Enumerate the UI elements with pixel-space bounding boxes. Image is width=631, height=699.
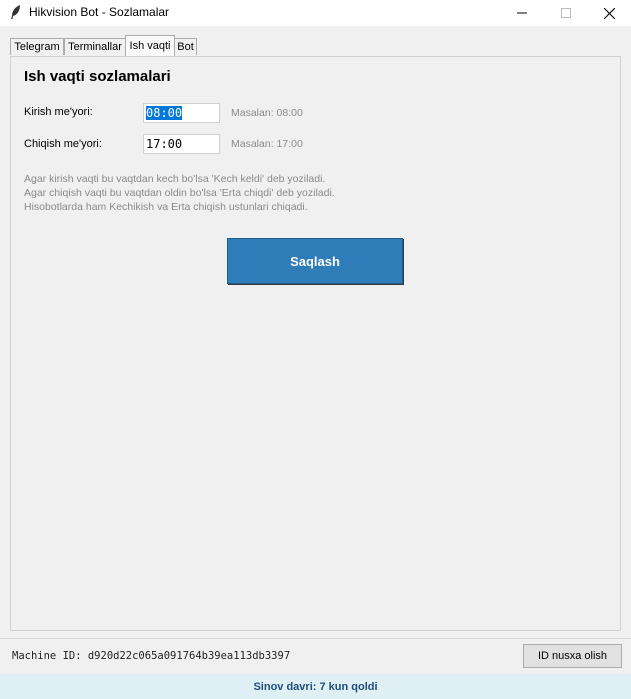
info-text: Agar kirish vaqti bu vaqtdan kech bo'lsa… [24, 172, 335, 214]
info-line: Hisobotlarda ham Kechikish va Erta chiqi… [24, 201, 308, 213]
feather-icon [9, 4, 23, 20]
trial-status-bar: Sinov davri: 7 kun qoldi [0, 674, 631, 699]
close-icon [603, 7, 615, 19]
tab-terminallar[interactable]: Terminallar [64, 38, 126, 55]
maximize-button[interactable] [544, 0, 588, 26]
checkout-time-value: 17:00 [146, 137, 183, 151]
section-heading: Ish vaqti sozlamalari [24, 68, 171, 85]
info-line: Agar chiqish vaqti bu vaqtdan oldin bo'l… [24, 187, 335, 199]
copy-id-button[interactable]: ID nusxa olish [523, 644, 622, 668]
checkout-hint: Masalan: 17:00 [231, 138, 303, 150]
minimize-button[interactable] [500, 0, 544, 26]
title-bar: Hikvision Bot - Sozlamalar [0, 0, 631, 26]
checkin-time-input[interactable]: 08:00 [143, 103, 220, 123]
window-title: Hikvision Bot - Sozlamalar [29, 5, 170, 19]
close-button[interactable] [587, 0, 631, 26]
tab-telegram[interactable]: Telegram [10, 38, 64, 55]
save-button[interactable]: Saqlash [227, 238, 403, 284]
tab-bot[interactable]: Bot [174, 38, 197, 55]
checkout-label: Chiqish me'yori: [24, 138, 102, 150]
divider [0, 638, 631, 639]
checkin-time-value: 08:00 [146, 106, 183, 120]
tab-ish-vaqti[interactable]: Ish vaqti [125, 35, 175, 56]
info-line: Agar kirish vaqti bu vaqtdan kech bo'lsa… [24, 173, 326, 185]
checkin-hint: Masalan: 08:00 [231, 107, 303, 119]
checkin-label: Kirish me'yori: [24, 106, 93, 118]
checkout-time-input[interactable]: 17:00 [143, 134, 220, 154]
machine-id: Machine ID: d920d22c065a091764b39ea113db… [12, 650, 291, 662]
